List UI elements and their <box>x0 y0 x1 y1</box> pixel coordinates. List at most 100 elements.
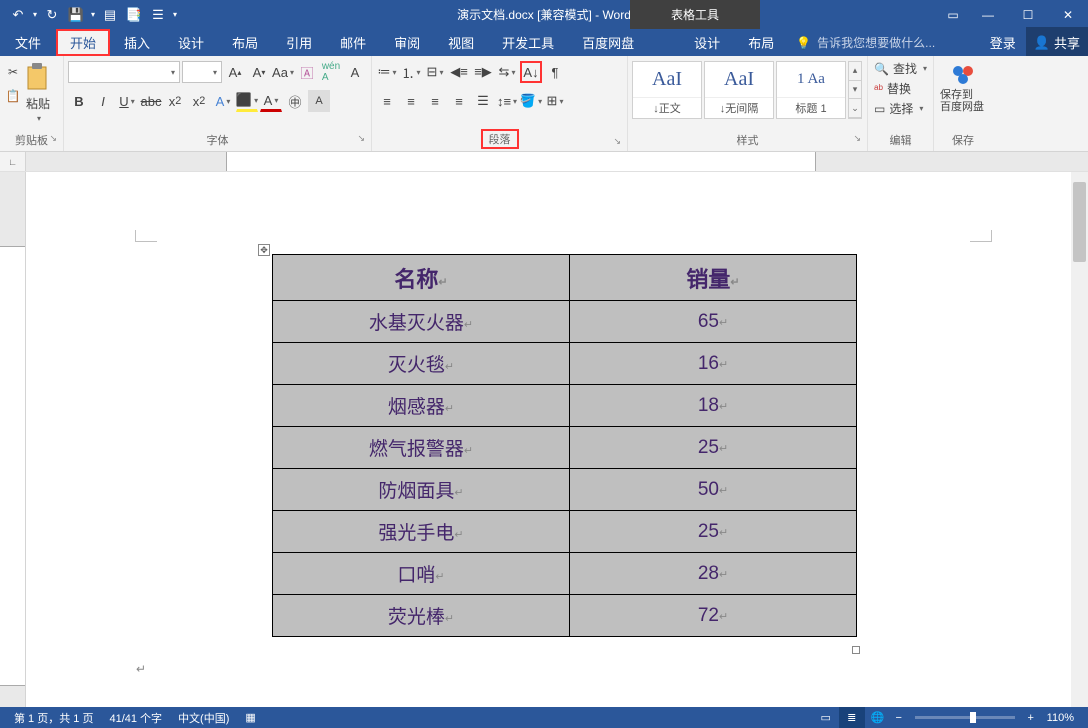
horizontal-ruler[interactable]: ∟ <box>0 152 1088 172</box>
decrease-indent-button[interactable]: ◀≡ <box>448 61 470 83</box>
page-indicator[interactable]: 第 1 页，共 1 页 <box>6 710 101 726</box>
zoom-slider-knob[interactable] <box>970 712 976 723</box>
table-cell[interactable]: 燃气报警器↵ <box>273 427 570 469</box>
minimize-button[interactable]: ― <box>968 0 1008 29</box>
table-cell[interactable]: 口哨↵ <box>273 553 570 595</box>
tab-developer[interactable]: 开发工具 <box>488 29 568 56</box>
bullets-button[interactable]: ≔▾ <box>376 61 398 83</box>
language-indicator[interactable]: 中文(中国) <box>170 710 237 726</box>
table-row[interactable]: 燃气报警器↵25↵ <box>273 427 857 469</box>
zoom-out-button[interactable]: − <box>891 712 907 724</box>
change-case-button[interactable]: Aa▾ <box>272 61 294 83</box>
font-size-combo[interactable]: ▾ <box>182 61 222 83</box>
save-to-baidu-button[interactable]: 保存到百度网盘 <box>938 59 986 115</box>
table-row[interactable]: 水基灭火器↵65↵ <box>273 301 857 343</box>
table-row[interactable]: 烟感器↵18↵ <box>273 385 857 427</box>
qat-item-6[interactable]: ☰ <box>146 4 170 26</box>
zoom-level[interactable]: 110% <box>1039 712 1082 724</box>
vertical-ruler[interactable] <box>0 172 26 707</box>
table-row[interactable]: 口哨↵28↵ <box>273 553 857 595</box>
table-cell[interactable]: 18↵ <box>570 385 857 427</box>
paste-button[interactable]: 粘贴 ▾ <box>22 59 54 125</box>
line-spacing-button[interactable]: ↕≡▾ <box>496 90 518 112</box>
table-header-row[interactable]: 名称↵ 销量↵ <box>273 255 857 301</box>
style-scroll-more[interactable]: ⌄ <box>849 99 861 118</box>
print-layout-button[interactable]: ≣ <box>839 707 865 728</box>
char-shading-button[interactable]: A <box>308 90 330 112</box>
qat-dropdown-3[interactable]: ▾ <box>170 4 180 26</box>
table-row[interactable]: 强光手电↵25↵ <box>273 511 857 553</box>
table-row[interactable]: 荧光棒↵72↵ <box>273 595 857 637</box>
table-row[interactable]: 灭火毯↵16↵ <box>273 343 857 385</box>
maximize-button[interactable]: ☐ <box>1008 0 1048 29</box>
find-button[interactable]: 🔍查找▾ <box>872 59 929 78</box>
table-resize-handle[interactable] <box>852 646 860 654</box>
save-button[interactable]: 💾 <box>64 4 88 26</box>
font-name-combo[interactable]: ▾ <box>68 61 180 83</box>
table-row[interactable]: 防烟面具↵50↵ <box>273 469 857 511</box>
launcher-icon[interactable]: ↘ <box>853 133 861 144</box>
shrink-font-button[interactable]: A▾ <box>248 61 270 83</box>
login-button[interactable]: 登录 <box>980 33 1026 52</box>
share-button[interactable]: 👤 共享 <box>1026 27 1088 58</box>
table-cell[interactable]: 烟感器↵ <box>273 385 570 427</box>
superscript-button[interactable]: x2 <box>188 90 210 112</box>
qat-dropdown[interactable]: ▾ <box>30 4 40 26</box>
cut-button[interactable]: ✂ <box>4 61 22 83</box>
select-button[interactable]: ▭选择▾ <box>872 99 929 118</box>
qat-item-5[interactable]: 📑 <box>122 4 146 26</box>
tell-me-search[interactable]: 💡 告诉我您想要做什么... <box>788 29 943 56</box>
replace-button[interactable]: ᵃᵇ替换 <box>872 79 929 98</box>
data-table[interactable]: 名称↵ 销量↵ 水基灭火器↵65↵ 灭火毯↵16↵ 烟感器↵18↵ 燃气报警器↵… <box>272 254 857 637</box>
multilevel-button[interactable]: ⊟▾ <box>424 61 446 83</box>
tab-table-design[interactable]: 设计 <box>680 29 734 56</box>
strike-button[interactable]: abc <box>140 90 162 112</box>
table-cell[interactable]: 25↵ <box>570 511 857 553</box>
phonetic-guide-button[interactable]: wénA <box>320 61 342 83</box>
macro-indicator[interactable]: ▦ <box>237 711 263 724</box>
table-cell[interactable]: 灭火毯↵ <box>273 343 570 385</box>
table-cell[interactable]: 防烟面具↵ <box>273 469 570 511</box>
style-scroll-down[interactable]: ▾ <box>849 81 861 100</box>
launcher-icon[interactable]: ↘ <box>613 136 621 147</box>
qat-dropdown-2[interactable]: ▾ <box>88 4 98 26</box>
table-move-handle[interactable]: ✥ <box>258 244 270 256</box>
table-cell[interactable]: 72↵ <box>570 595 857 637</box>
table-cell[interactable]: 65↵ <box>570 301 857 343</box>
enclose-char-button[interactable]: ㊥ <box>284 90 306 112</box>
align-right-button[interactable]: ≡ <box>424 90 446 112</box>
text-effects-button[interactable]: A▾ <box>212 90 234 112</box>
align-center-button[interactable]: ≡ <box>400 90 422 112</box>
tab-layout[interactable]: 布局 <box>218 29 272 56</box>
tab-view[interactable]: 视图 <box>434 29 488 56</box>
launcher-icon[interactable]: ↘ <box>49 133 57 144</box>
show-marks-button[interactable]: ¶ <box>544 61 566 83</box>
zoom-in-button[interactable]: + <box>1023 712 1039 724</box>
tab-design[interactable]: 设计 <box>164 29 218 56</box>
web-layout-button[interactable]: 🌐 <box>865 707 891 728</box>
tab-insert[interactable]: 插入 <box>110 29 164 56</box>
vertical-scrollbar[interactable] <box>1071 172 1088 707</box>
zoom-slider[interactable] <box>915 716 1015 719</box>
read-mode-button[interactable]: ▭ <box>813 707 839 728</box>
tab-table-layout[interactable]: 布局 <box>734 29 788 56</box>
shading-button[interactable]: 🪣▾ <box>520 90 542 112</box>
tab-references[interactable]: 引用 <box>272 29 326 56</box>
tab-review[interactable]: 审阅 <box>380 29 434 56</box>
launcher-icon[interactable]: ↘ <box>357 133 365 144</box>
table-header-cell[interactable]: 名称↵ <box>273 255 570 301</box>
char-border-button[interactable]: A <box>344 61 366 83</box>
table-header-cell[interactable]: 销量↵ <box>570 255 857 301</box>
undo-button[interactable]: ↶ <box>6 4 30 26</box>
borders-button[interactable]: ⊞▾ <box>544 90 566 112</box>
justify-button[interactable]: ≡ <box>448 90 470 112</box>
table-cell[interactable]: 28↵ <box>570 553 857 595</box>
close-button[interactable]: ✕ <box>1048 0 1088 29</box>
numbering-button[interactable]: ⒈▾ <box>400 61 422 83</box>
bold-button[interactable]: B <box>68 90 90 112</box>
scrollbar-thumb[interactable] <box>1073 182 1086 262</box>
grow-font-button[interactable]: A▴ <box>224 61 246 83</box>
tab-file[interactable]: 文件 <box>0 29 56 56</box>
redo-button[interactable]: ↻ <box>40 4 64 26</box>
underline-button[interactable]: U▾ <box>116 90 138 112</box>
